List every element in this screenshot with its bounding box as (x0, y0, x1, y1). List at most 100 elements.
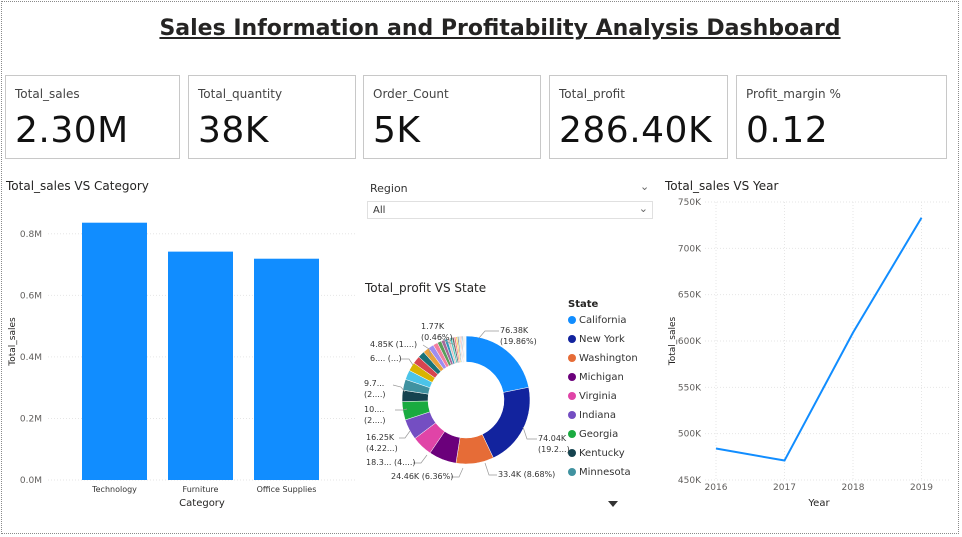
bar-chart[interactable]: 0.0M 0.2M 0.4M 0.6M 0.8M Technology Furniture O… (0, 195, 360, 515)
y-tick-label: 500K (678, 430, 702, 440)
scroll-down-icon[interactable] (608, 500, 618, 508)
legend-item[interactable]: Washington (568, 353, 638, 364)
bar-chart-title: Total_sales VS Category (6, 179, 149, 193)
x-tick-label: 2019 (910, 483, 933, 493)
legend-item[interactable]: Michigan (568, 372, 624, 383)
data-label: (2....) (364, 416, 386, 425)
legend-dot-icon (568, 430, 576, 438)
y-tick-label: 0.0M (20, 476, 42, 486)
y-tick-label: 0.2M (20, 414, 42, 424)
y-tick-label: 0.8M (20, 230, 42, 240)
data-label: 74.04K (538, 434, 567, 443)
data-label: (4.22...) (366, 444, 398, 453)
legend-label: Washington (579, 353, 638, 364)
donut-slice[interactable] (481, 387, 531, 459)
data-label: 1.77K (421, 322, 445, 331)
data-label: 33.4K (8.68%) (498, 470, 555, 479)
legend-item[interactable]: Kentucky (568, 448, 625, 459)
legend-dot-icon (568, 335, 576, 343)
y-tick-label: 0.6M (20, 291, 42, 301)
bar[interactable] (168, 251, 233, 480)
data-label: 16.25K (366, 433, 395, 442)
legend-label: Minnesota (579, 467, 631, 478)
y-axis-label: Total_sales (668, 316, 678, 366)
legend-item[interactable]: Georgia (568, 429, 618, 440)
x-tick-label: Technology (91, 485, 137, 494)
data-label: 6.... (...) (370, 354, 402, 363)
y-tick-label: 450K (678, 476, 702, 486)
legend-label: Virginia (579, 391, 617, 402)
x-axis-label: Year (807, 498, 830, 509)
region-slicer-label: Region (370, 182, 408, 195)
donut-chart-title: Total_profit VS State (365, 281, 487, 295)
kpi-label: Total_sales (15, 87, 80, 101)
data-label: 9.7... (364, 379, 384, 388)
x-tick-label: 2018 (842, 483, 865, 493)
data-label: (0.46%) (421, 333, 453, 342)
leader-line (401, 358, 414, 366)
legend-label: Kentucky (579, 448, 625, 459)
y-tick-label: 600K (678, 337, 702, 347)
line-chart[interactable]: 450K 500K 550K 600K 650K 700K 750K 2016 2017 2018… (660, 192, 955, 512)
legend-dot-icon (568, 373, 576, 381)
kpi-card-total-profit[interactable]: Total_profit 286.40K (549, 75, 728, 159)
line-chart-title: Total_sales VS Year (665, 179, 779, 193)
legend-dot-icon (568, 392, 576, 400)
leader-line (399, 430, 411, 439)
legend-dot-icon (568, 411, 576, 419)
data-label: (2....) (364, 390, 386, 399)
kpi-value: 2.30M (15, 110, 129, 151)
legend-label: Georgia (579, 429, 619, 440)
legend-dot-icon (568, 449, 576, 457)
kpi-card-total-quantity[interactable]: Total_quantity 38K (188, 75, 356, 159)
data-label: 24.46K (6.36%) (391, 472, 453, 481)
region-dropdown-value: All (373, 205, 386, 216)
kpi-value: 0.12 (746, 110, 829, 151)
data-label: 18.3... (4....) (366, 458, 416, 467)
legend-item[interactable]: Minnesota (568, 467, 631, 478)
legend-dot-icon (568, 468, 576, 476)
y-tick-label: 0.4M (20, 353, 42, 363)
x-axis-label: Category (179, 498, 225, 509)
kpi-value: 38K (198, 110, 269, 151)
legend-title: State (568, 299, 599, 310)
data-label: 10.... (364, 405, 384, 414)
data-label: 76.38K (500, 326, 529, 335)
legend-label: Michigan (579, 372, 624, 383)
legend-label: California (579, 315, 627, 326)
x-tick-label: 2017 (773, 483, 796, 493)
x-tick-label: 2016 (705, 483, 728, 493)
y-axis-label: Total_sales (8, 317, 18, 367)
legend-item[interactable]: New York (568, 334, 625, 345)
bar[interactable] (254, 258, 319, 480)
legend-label: Indiana (579, 410, 617, 421)
data-label: (19.86%) (500, 337, 537, 346)
region-dropdown[interactable]: All ⌄ (367, 201, 653, 219)
y-tick-label: 750K (678, 198, 702, 208)
kpi-label: Total_quantity (198, 87, 283, 101)
kpi-card-order-count[interactable]: Order_Count 5K (363, 75, 541, 159)
y-tick-label: 550K (678, 383, 702, 393)
legend-item[interactable]: Virginia (568, 391, 617, 402)
y-tick-label: 650K (678, 291, 702, 301)
legend-item[interactable]: California (568, 315, 627, 326)
legend-item[interactable]: Indiana (568, 410, 616, 421)
legend-dot-icon (568, 316, 576, 324)
chevron-down-icon: ⌄ (638, 202, 648, 215)
legend-dot-icon (568, 354, 576, 362)
bar[interactable] (82, 222, 147, 480)
x-tick-label: Furniture (183, 485, 219, 494)
page-title: Sales Information and Profitability Anal… (159, 16, 841, 41)
leader-line (478, 330, 499, 339)
x-tick-label: Office Supplies (257, 485, 317, 494)
kpi-label: Total_profit (559, 87, 625, 101)
series-line[interactable] (715, 217, 923, 462)
kpi-value: 5K (373, 110, 421, 151)
kpi-card-profit-margin[interactable]: Profit_margin % 0.12 (736, 75, 947, 159)
kpi-card-total-sales[interactable]: Total_sales 2.30M (5, 75, 180, 159)
leader-line (484, 462, 497, 476)
donut-chart[interactable]: 76.38K (19.86%) 74.04K (19.2...) 33.4K (8.68… (355, 305, 570, 495)
data-label: (19.2...) (538, 445, 570, 454)
chevron-down-icon[interactable]: ⌄ (640, 180, 649, 193)
kpi-value: 286.40K (559, 110, 713, 151)
